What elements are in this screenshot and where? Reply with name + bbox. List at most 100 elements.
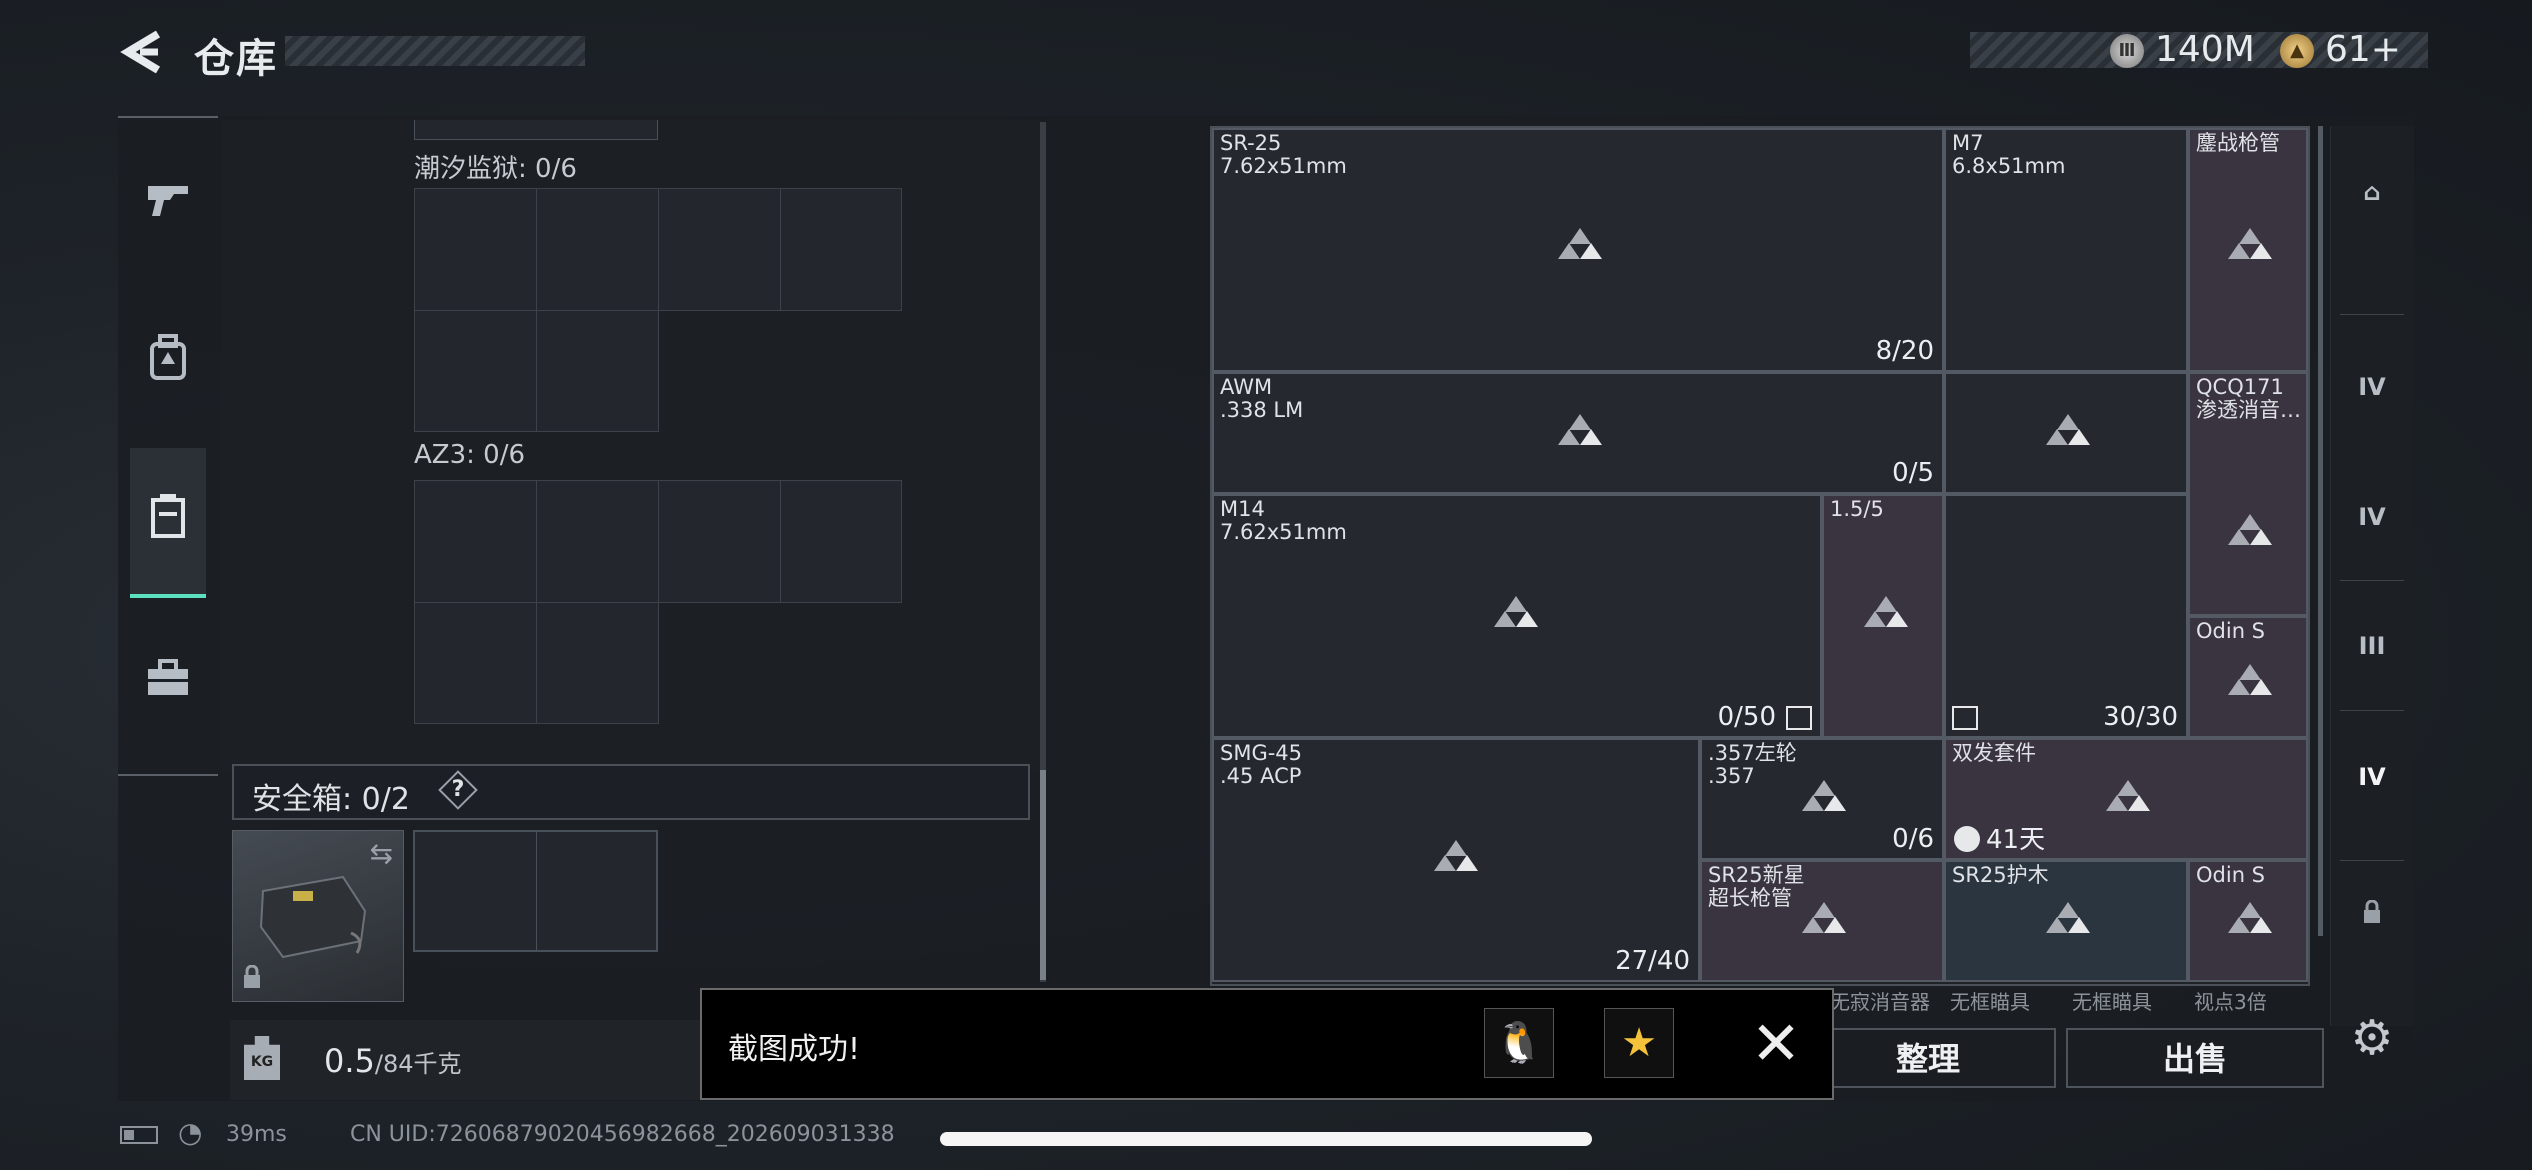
category-divider: [2340, 710, 2404, 711]
page-title: 仓库: [194, 36, 278, 82]
swap-icon[interactable]: ⇆: [370, 837, 393, 870]
no-slot-icon: [1786, 706, 1812, 730]
item-name: SR25护木: [1952, 863, 2049, 887]
item-name: Odin S: [2196, 863, 2266, 887]
item-placeholder-icon: [2106, 780, 2150, 811]
ping-value: 39ms: [226, 1122, 287, 1147]
item-name: 鏖战枪管: [2196, 131, 2280, 155]
item-odin-s-2[interactable]: Odin S: [2188, 860, 2308, 982]
safe-box-item[interactable]: ⇆: [232, 830, 404, 1002]
item-357-revolver[interactable]: .357左轮 .357 0/6: [1700, 738, 1944, 860]
item-name: AWM .338 LM: [1220, 375, 1304, 422]
item-magazine[interactable]: 30/30: [1944, 494, 2188, 738]
home-indicator[interactable]: [940, 1132, 1592, 1146]
partial-item-label: 视点3倍: [2194, 990, 2267, 1014]
item-sr25-handguard[interactable]: SR25护木: [1944, 860, 2188, 982]
item-count: 0/50: [1717, 702, 1776, 732]
item-placeholder-icon: [1558, 228, 1602, 259]
nav-tab-toolbox[interactable]: [130, 638, 206, 728]
no-slot-icon: [1952, 706, 1978, 730]
container-grid-az3[interactable]: [414, 480, 902, 724]
category-iv-attachment-icon[interactable]: IV: [2340, 485, 2404, 549]
item-awm[interactable]: AWM .338 LM 0/5: [1212, 372, 1944, 494]
gold-coin-icon: ▲: [2280, 34, 2314, 68]
item-placeholder-icon: [2228, 228, 2272, 259]
toolbox-icon: [146, 659, 190, 707]
item-placeholder-icon: [2228, 514, 2272, 545]
item-m7[interactable]: M7 6.8x51mm: [1944, 128, 2188, 372]
item-placeholder-icon: [2046, 414, 2090, 445]
item-count: 27/40: [1615, 946, 1690, 976]
item-name: SMG-45 .45 ACP: [1220, 741, 1303, 788]
container-title-tide-prison: 潮汐监狱: 0/6: [414, 154, 577, 184]
category-iv-weapon-icon[interactable]: IV: [2340, 355, 2404, 419]
item-name: SR-25 7.62x51mm: [1220, 131, 1347, 178]
helmet-icon[interactable]: ⌂: [2340, 160, 2404, 224]
item-name: M14 7.62x51mm: [1220, 497, 1347, 544]
item-sr25[interactable]: SR-25 7.62x51mm 8/20: [1212, 128, 1944, 372]
stash-grid[interactable]: SR-25 7.62x51mm 8/20 M7 6.8x51mm 鏖战枪管 AW…: [1210, 126, 2310, 986]
clock-icon: [1954, 826, 1980, 852]
weight-current: 0.5: [324, 1042, 375, 1080]
safe-box-slots[interactable]: [413, 830, 658, 952]
partial-item-label: 无寂消音器: [1830, 990, 1930, 1014]
item-sr25-barrel[interactable]: SR25新星 超长枪管: [1700, 860, 1944, 982]
previous-container-slots: [414, 120, 658, 140]
silver-coin-icon: Ⅲ: [2110, 34, 2144, 68]
sell-button[interactable]: 出售: [2066, 1028, 2324, 1088]
safe-case-icon: [259, 875, 367, 959]
item-placeholder-icon: [1864, 596, 1908, 627]
item-count: 0/5: [1892, 458, 1934, 488]
category-divider: [2340, 580, 2404, 581]
gold-currency-value[interactable]: 61+: [2325, 29, 2401, 70]
wifi-icon: ◔: [178, 1116, 203, 1149]
item-name: SR25新星 超长枪管: [1708, 863, 1805, 910]
item-odin-s[interactable]: Odin S: [2188, 616, 2308, 738]
item-count: 8/20: [1875, 336, 1934, 366]
item-qcq171[interactable]: QCQ171 渗透消音…: [2188, 372, 2308, 616]
weight-capacity: /84千克: [374, 1050, 462, 1078]
lock-icon[interactable]: [2340, 880, 2404, 944]
item-name: 双发套件: [1952, 741, 2036, 765]
item-count: 0/6: [1892, 824, 1934, 854]
toast-message: 截图成功!: [728, 1032, 861, 1067]
container-grid-tide-prison[interactable]: [414, 188, 902, 432]
item-name: M7 6.8x51mm: [1952, 131, 2066, 178]
nav-tab-storage[interactable]: [130, 448, 206, 598]
backpack-icon: [148, 334, 188, 392]
user-uid: CN UID:7260687902045698​2668_20260903133…: [350, 1122, 895, 1147]
partial-item-label: 无框瞄具: [1950, 990, 2030, 1014]
category-divider: [2340, 860, 2404, 861]
grid-scrollbar[interactable]: [2318, 126, 2323, 936]
item-placeholder-icon: [1558, 414, 1602, 445]
item-scope[interactable]: 1.5/5: [1822, 494, 1944, 738]
item-smg45[interactable]: SMG-45 .45 ACP 27/40: [1212, 738, 1700, 982]
left-scrollbar-thumb[interactable]: [1040, 770, 1046, 980]
item-double-kit[interactable]: 双发套件 41天: [1944, 738, 2308, 860]
battery-level: [124, 1130, 134, 1140]
qq-share-icon[interactable]: 🐧: [1484, 1008, 1554, 1078]
category-iii-icon[interactable]: III: [2340, 614, 2404, 678]
category-iv-selected-icon[interactable]: IV: [2340, 745, 2404, 809]
item-m14[interactable]: M14 7.62x51mm 0/50: [1212, 494, 1822, 738]
sort-button[interactable]: 整理: [1800, 1028, 2056, 1088]
qzone-share-icon[interactable]: ★: [1604, 1008, 1674, 1078]
nav-tab-backpack[interactable]: [130, 318, 206, 408]
silver-currency-value: 140M: [2155, 29, 2255, 70]
help-icon[interactable]: ?: [444, 776, 472, 804]
back-arrow-icon[interactable]: [118, 28, 164, 76]
item-duration: 41天: [1986, 825, 2046, 855]
item-barrel[interactable]: 鏖战枪管: [2188, 128, 2308, 372]
title-decoration: [285, 36, 585, 66]
lock-icon: [243, 964, 261, 995]
case-icon: [150, 492, 186, 550]
item-empty-slot[interactable]: [1944, 372, 2188, 494]
item-placeholder-icon: [1802, 902, 1846, 933]
nav-tab-weapons[interactable]: [130, 160, 206, 250]
pistol-icon: [144, 180, 192, 230]
weight-bar: [230, 1020, 730, 1100]
close-icon[interactable]: ✕: [1748, 1014, 1804, 1074]
gear-icon[interactable]: ⚙: [2340, 1006, 2404, 1070]
partial-item-label: 无框瞄具: [2072, 990, 2152, 1014]
item-name: 1.5/5: [1830, 497, 1884, 521]
